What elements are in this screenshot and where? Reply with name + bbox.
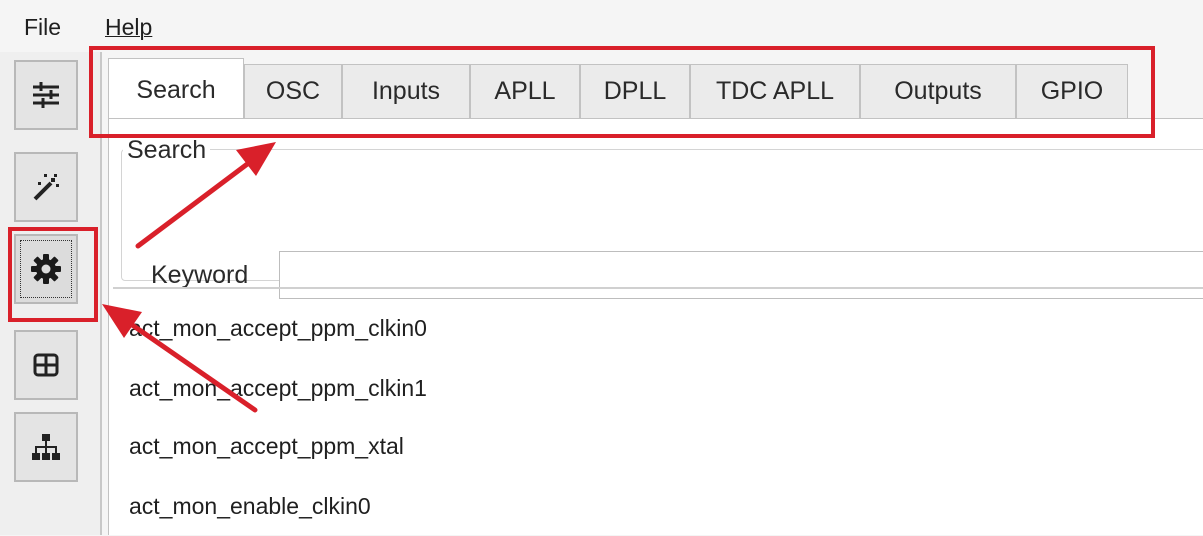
tab-tdc-apll[interactable]: TDC APLL	[690, 64, 860, 118]
hierarchy-icon	[32, 434, 60, 460]
main-pane: Search OSC Inputs APLL DPLL TDC APLL Out…	[100, 52, 1203, 535]
tab-inputs[interactable]: Inputs	[342, 64, 470, 118]
menu-file[interactable]: File	[24, 14, 61, 41]
tab-outputs[interactable]: Outputs	[860, 64, 1016, 118]
table-icon	[33, 353, 59, 377]
menu-help[interactable]: Help	[105, 14, 152, 41]
sliders-icon	[33, 82, 59, 108]
gear-icon	[31, 254, 61, 284]
hierarchy-button[interactable]	[14, 412, 78, 482]
settings-sliders-button[interactable]	[14, 60, 78, 130]
settings-button[interactable]	[14, 234, 78, 304]
list-item[interactable]: act_mon_accept_ppm_xtal	[129, 433, 404, 460]
left-toolbar	[0, 52, 100, 535]
list-item[interactable]: act_mon_accept_ppm_clkin1	[129, 375, 427, 402]
magic-wand-icon	[33, 174, 59, 201]
keyword-label: Keyword	[151, 261, 249, 289]
table-button[interactable]	[14, 330, 78, 400]
tab-gpio[interactable]: GPIO	[1016, 64, 1128, 118]
search-tab-panel: Search Keyword act_mon_accept_ppm_clkin0…	[108, 118, 1203, 535]
tab-apll[interactable]: APLL	[470, 64, 580, 118]
tab-search[interactable]: Search	[108, 58, 244, 121]
list-item[interactable]: act_mon_enable_clkin0	[129, 493, 371, 520]
results-list: act_mon_accept_ppm_clkin0 act_mon_accept…	[113, 287, 1203, 536]
menu-bar: File Help	[0, 0, 1203, 52]
tab-strip: Search OSC Inputs APLL DPLL TDC APLL Out…	[108, 58, 1203, 121]
search-group-title: Search	[123, 136, 211, 165]
wizard-button[interactable]	[14, 152, 78, 222]
list-item[interactable]: act_mon_accept_ppm_clkin0	[129, 315, 427, 342]
tab-osc[interactable]: OSC	[244, 64, 342, 118]
tab-dpll[interactable]: DPLL	[580, 64, 690, 118]
